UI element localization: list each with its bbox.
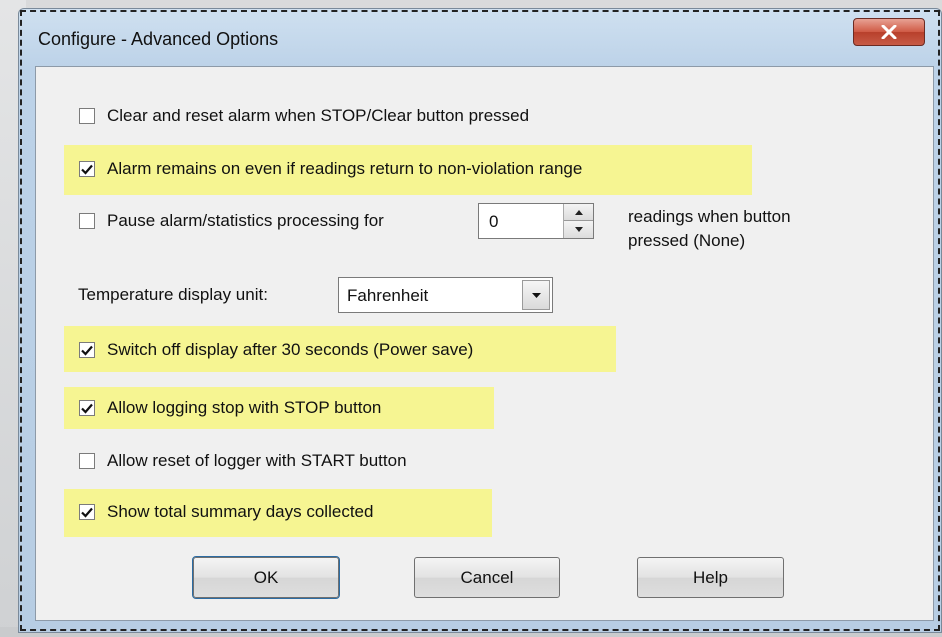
- checkmark-icon: [81, 403, 93, 414]
- spinner-down-button[interactable]: [564, 221, 593, 238]
- temperature-unit-label: Temperature display unit:: [78, 285, 268, 304]
- spinner-buttons: [563, 204, 593, 238]
- temperature-unit-value: Fahrenheit: [347, 286, 429, 305]
- checkmark-icon: [81, 507, 93, 518]
- option-allow-reset[interactable]: Allow reset of logger with START button: [79, 451, 407, 471]
- close-button[interactable]: [853, 18, 925, 46]
- pause-alarm-label: Pause alarm/statistics processing for: [107, 211, 384, 230]
- show-summary-checkbox[interactable]: [79, 504, 95, 520]
- dropdown-button[interactable]: [522, 280, 550, 310]
- checkmark-icon: [81, 345, 93, 356]
- temperature-unit-select[interactable]: Fahrenheit: [338, 277, 553, 313]
- pause-suffix-line1: readings when button: [628, 207, 791, 226]
- switch-off-checkbox[interactable]: [79, 342, 95, 358]
- arrow-up-icon: [574, 209, 583, 215]
- option-alarm-remains[interactable]: Alarm remains on even if readings return…: [79, 159, 582, 179]
- help-button[interactable]: Help: [637, 557, 784, 598]
- option-clear-reset[interactable]: Clear and reset alarm when STOP/Clear bu…: [79, 106, 529, 126]
- allow-stop-label: Allow logging stop with STOP button: [107, 398, 382, 417]
- allow-reset-checkbox[interactable]: [79, 453, 95, 469]
- checkmark-icon: [81, 164, 93, 175]
- alarm-remains-label: Alarm remains on even if readings return…: [107, 159, 583, 178]
- allow-reset-label: Allow reset of logger with START button: [107, 451, 407, 470]
- chevron-down-icon: [531, 292, 541, 298]
- pause-readings-value[interactable]: 0: [489, 212, 498, 232]
- close-icon: [881, 25, 897, 39]
- arrow-down-icon: [574, 227, 583, 232]
- allow-stop-checkbox[interactable]: [79, 400, 95, 416]
- spinner-up-button[interactable]: [564, 204, 593, 221]
- clear-reset-checkbox[interactable]: [79, 108, 95, 124]
- option-allow-stop[interactable]: Allow logging stop with STOP button: [79, 398, 381, 418]
- clear-reset-label: Clear and reset alarm when STOP/Clear bu…: [107, 106, 530, 125]
- alarm-remains-checkbox[interactable]: [79, 161, 95, 177]
- pause-alarm-checkbox[interactable]: [79, 213, 95, 229]
- switch-off-label: Switch off display after 30 seconds (Pow…: [107, 340, 474, 359]
- option-switch-off[interactable]: Switch off display after 30 seconds (Pow…: [79, 340, 473, 360]
- cancel-button[interactable]: Cancel: [414, 557, 560, 598]
- option-show-summary[interactable]: Show total summary days collected: [79, 502, 373, 522]
- option-pause-alarm[interactable]: Pause alarm/statistics processing for: [79, 211, 384, 231]
- show-summary-label: Show total summary days collected: [107, 502, 374, 521]
- ok-button[interactable]: OK: [192, 556, 340, 599]
- dialog-title: Configure - Advanced Options: [38, 29, 279, 49]
- pause-suffix-line2: pressed (None): [628, 231, 746, 250]
- pause-readings-spinner[interactable]: 0: [478, 203, 594, 239]
